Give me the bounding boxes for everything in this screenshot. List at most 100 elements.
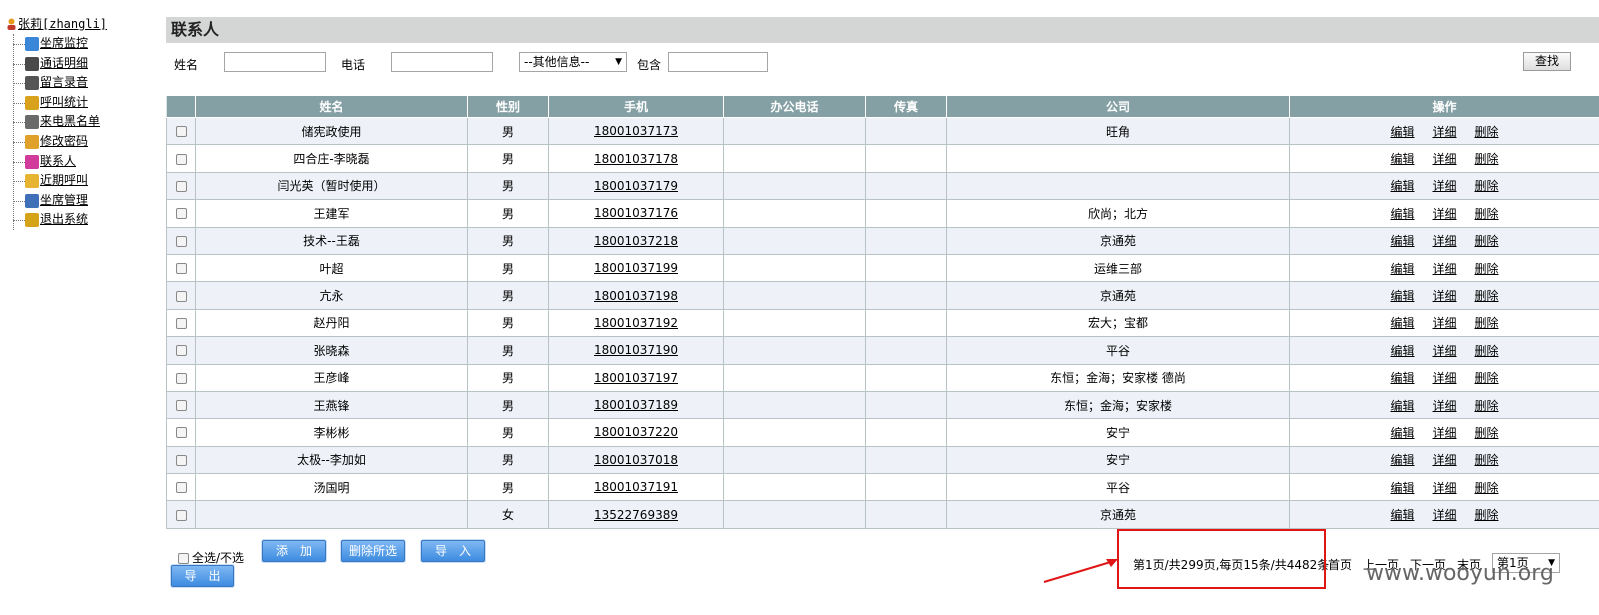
sidebar-item-label[interactable]: 坐席监控: [40, 36, 88, 50]
detail-link[interactable]: 详细: [1432, 152, 1456, 166]
other-info-select[interactable]: --其他信息-- ▼: [519, 52, 627, 72]
row-checkbox[interactable]: [175, 180, 187, 192]
mobile-link[interactable]: 18001037173: [594, 124, 678, 138]
row-checkbox[interactable]: [175, 482, 187, 494]
delete-link[interactable]: 删除: [1475, 152, 1499, 166]
header-fax[interactable]: 传真: [865, 95, 947, 118]
sidebar-item[interactable]: 联系人: [0, 152, 140, 172]
mobile-link[interactable]: 18001037192: [594, 316, 678, 330]
delete-link[interactable]: 删除: [1475, 179, 1499, 193]
row-checkbox[interactable]: [175, 317, 187, 329]
name-input[interactable]: [224, 52, 326, 72]
edit-link[interactable]: 编辑: [1390, 152, 1414, 166]
edit-link[interactable]: 编辑: [1390, 399, 1414, 413]
tree-root-user[interactable]: 张莉[zhangli]: [0, 14, 140, 34]
sidebar-item[interactable]: 通话明细: [0, 54, 140, 74]
edit-link[interactable]: 编辑: [1390, 426, 1414, 440]
mobile-link[interactable]: 18001037197: [594, 371, 678, 385]
sidebar-item[interactable]: 修改密码: [0, 132, 140, 152]
detail-link[interactable]: 详细: [1432, 371, 1456, 385]
delete-link[interactable]: 删除: [1475, 207, 1499, 221]
mobile-link[interactable]: 18001037191: [594, 480, 678, 494]
select-all-checkbox[interactable]: [178, 552, 189, 564]
delete-link[interactable]: 删除: [1475, 289, 1499, 303]
mobile-link[interactable]: 18001037179: [594, 179, 678, 193]
delete-link[interactable]: 删除: [1475, 344, 1499, 358]
delete-selected-button[interactable]: 删除所选: [341, 539, 405, 562]
edit-link[interactable]: 编辑: [1390, 316, 1414, 330]
detail-link[interactable]: 详细: [1432, 125, 1456, 139]
mobile-link[interactable]: 18001037220: [594, 425, 678, 439]
export-button[interactable]: 导 出: [171, 564, 234, 587]
header-office-phone[interactable]: 办公电话: [723, 95, 866, 118]
detail-link[interactable]: 详细: [1432, 179, 1456, 193]
edit-link[interactable]: 编辑: [1390, 371, 1414, 385]
sidebar-item[interactable]: 坐席监控: [0, 34, 140, 54]
detail-link[interactable]: 详细: [1432, 344, 1456, 358]
delete-link[interactable]: 删除: [1475, 234, 1499, 248]
row-checkbox[interactable]: [175, 372, 187, 384]
sidebar-item-label[interactable]: 留言录音: [40, 75, 88, 89]
edit-link[interactable]: 编辑: [1390, 179, 1414, 193]
delete-link[interactable]: 删除: [1475, 453, 1499, 467]
row-checkbox[interactable]: [175, 454, 187, 466]
edit-link[interactable]: 编辑: [1390, 207, 1414, 221]
edit-link[interactable]: 编辑: [1390, 453, 1414, 467]
row-checkbox[interactable]: [175, 509, 187, 521]
delete-link[interactable]: 删除: [1475, 316, 1499, 330]
edit-link[interactable]: 编辑: [1390, 481, 1414, 495]
sidebar-item[interactable]: 坐席管理: [0, 191, 140, 211]
tree-root-label[interactable]: 张莉[zhangli]: [18, 17, 107, 31]
mobile-link[interactable]: 18001037199: [594, 261, 678, 275]
detail-link[interactable]: 详细: [1432, 289, 1456, 303]
row-checkbox[interactable]: [175, 345, 187, 357]
edit-link[interactable]: 编辑: [1390, 344, 1414, 358]
header-mobile[interactable]: 手机: [548, 95, 724, 118]
sidebar-item[interactable]: 来电黑名单: [0, 112, 140, 132]
detail-link[interactable]: 详细: [1432, 262, 1456, 276]
row-checkbox[interactable]: [175, 427, 187, 439]
select-all[interactable]: 全选/不选: [178, 549, 244, 566]
mobile-link[interactable]: 18001037218: [594, 234, 678, 248]
sidebar-item-label[interactable]: 联系人: [40, 154, 76, 168]
sidebar-item[interactable]: 呼叫统计: [0, 93, 140, 113]
header-name[interactable]: 姓名: [195, 95, 468, 118]
sidebar-item-label[interactable]: 修改密码: [40, 134, 88, 148]
mobile-link[interactable]: 18001037198: [594, 289, 678, 303]
detail-link[interactable]: 详细: [1432, 508, 1456, 522]
detail-link[interactable]: 详细: [1432, 453, 1456, 467]
sidebar-item[interactable]: 退出系统: [0, 210, 140, 230]
row-checkbox[interactable]: [175, 153, 187, 165]
edit-link[interactable]: 编辑: [1390, 234, 1414, 248]
row-checkbox[interactable]: [175, 263, 187, 275]
row-checkbox[interactable]: [175, 290, 187, 302]
edit-link[interactable]: 编辑: [1390, 262, 1414, 276]
delete-link[interactable]: 删除: [1475, 125, 1499, 139]
delete-link[interactable]: 删除: [1475, 481, 1499, 495]
edit-link[interactable]: 编辑: [1390, 508, 1414, 522]
detail-link[interactable]: 详细: [1432, 316, 1456, 330]
row-checkbox[interactable]: [175, 235, 187, 247]
import-button[interactable]: 导 入: [421, 539, 485, 562]
sidebar-item-label[interactable]: 呼叫统计: [40, 95, 88, 109]
detail-link[interactable]: 详细: [1432, 426, 1456, 440]
delete-link[interactable]: 删除: [1475, 399, 1499, 413]
detail-link[interactable]: 详细: [1432, 481, 1456, 495]
sidebar-item-label[interactable]: 退出系统: [40, 212, 88, 226]
mobile-link[interactable]: 18001037018: [594, 453, 678, 467]
row-checkbox[interactable]: [175, 208, 187, 220]
row-checkbox[interactable]: [175, 400, 187, 412]
mobile-link[interactable]: 18001037176: [594, 206, 678, 220]
add-button[interactable]: 添 加: [262, 539, 326, 562]
delete-link[interactable]: 删除: [1475, 262, 1499, 276]
sidebar-item[interactable]: 近期呼叫: [0, 171, 140, 191]
delete-link[interactable]: 删除: [1475, 426, 1499, 440]
contains-input[interactable]: [668, 52, 768, 72]
edit-link[interactable]: 编辑: [1390, 289, 1414, 303]
header-company[interactable]: 公司: [946, 95, 1290, 118]
edit-link[interactable]: 编辑: [1390, 125, 1414, 139]
detail-link[interactable]: 详细: [1432, 399, 1456, 413]
mobile-link[interactable]: 13522769389: [594, 508, 678, 522]
delete-link[interactable]: 删除: [1475, 508, 1499, 522]
mobile-link[interactable]: 18001037178: [594, 152, 678, 166]
